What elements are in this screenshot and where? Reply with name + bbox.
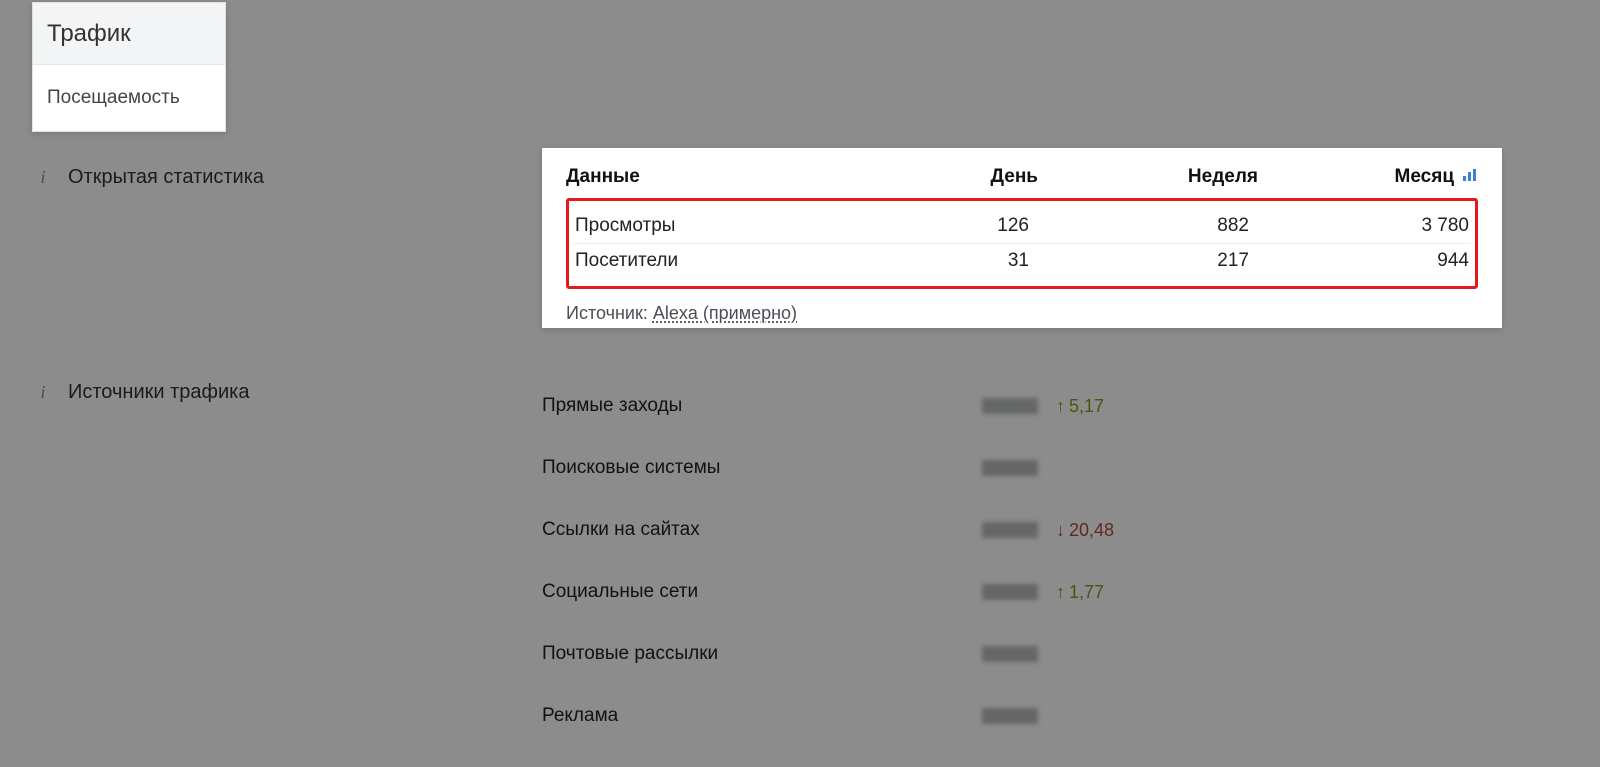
cell-day: 126 (849, 215, 1029, 237)
stats-source-line: Источник: Alexa (примерно) (566, 303, 1478, 324)
traffic-popout: Трафик Посещаемость (32, 2, 226, 132)
col-header-month[interactable]: Месяц (1258, 166, 1478, 188)
col-header-day: День (858, 166, 1038, 188)
table-row: Просмотры 126 882 3 780 (573, 209, 1471, 244)
table-row: Посетители 31 217 944 (573, 244, 1471, 278)
cell-month: 944 (1249, 250, 1469, 272)
nav-attendance-label: Посещаемость (47, 87, 180, 109)
source-link[interactable]: Alexa (примерно) (653, 303, 797, 323)
col-header-week: Неделя (1038, 166, 1258, 188)
stats-card: Данные День Неделя Месяц Просмотры 126 8… (542, 148, 1502, 328)
cell-week: 217 (1029, 250, 1249, 272)
cell-label: Посетители (575, 250, 849, 272)
cell-week: 882 (1029, 215, 1249, 237)
nav-attendance[interactable]: Посещаемость (33, 65, 225, 131)
dim-overlay (0, 0, 1600, 767)
tab-traffic[interactable]: Трафик (33, 3, 225, 65)
tab-traffic-label: Трафик (47, 20, 131, 48)
source-prefix: Источник: (566, 303, 653, 323)
cell-month: 3 780 (1249, 215, 1469, 237)
cell-day: 31 (849, 250, 1029, 272)
stats-header-row: Данные День Неделя Месяц (566, 166, 1478, 188)
col-header-month-label: Месяц (1395, 166, 1454, 188)
stats-highlight-box: Просмотры 126 882 3 780 Посетители 31 21… (566, 198, 1478, 289)
bar-chart-icon[interactable] (1462, 166, 1478, 188)
cell-label: Просмотры (575, 215, 849, 237)
col-header-data: Данные (566, 166, 858, 188)
